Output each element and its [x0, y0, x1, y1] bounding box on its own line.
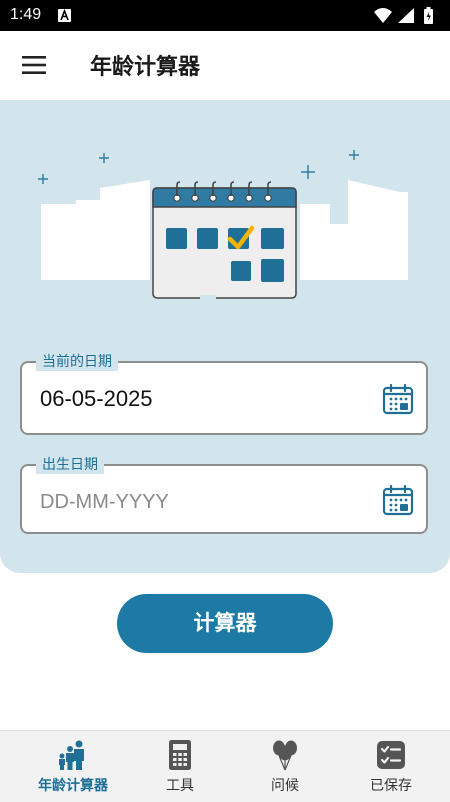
sparkle-decoration: [38, 150, 359, 184]
wifi-icon: [374, 8, 392, 23]
birth-date-label: 出生日期: [36, 454, 104, 474]
calendar-icon[interactable]: [382, 383, 414, 415]
status-time: 1:49: [10, 6, 42, 23]
family-icon: [59, 740, 84, 770]
nav-label-tools: 工具: [166, 778, 194, 794]
page-title: 年龄计算器: [90, 55, 201, 80]
birth-date-placeholder: DD-MM-YYYY: [40, 491, 169, 513]
notification-a-icon: [58, 9, 71, 22]
app-bar: 年龄计算器: [0, 31, 450, 100]
nav-item-tools[interactable]: 工具: [124, 731, 236, 802]
current-date-field[interactable]: 当前的日期 06-05-2025: [20, 351, 428, 435]
checklist-icon: [377, 741, 405, 769]
nav-item-age-calculator[interactable]: 年龄计算器: [17, 731, 129, 802]
calendar-illustration: [38, 150, 408, 301]
nav-item-saved[interactable]: 已保存: [335, 731, 447, 802]
bottom-nav: 年龄计算器 工具 问候 已保存: [0, 730, 450, 802]
status-bar: 1:49: [0, 0, 450, 31]
balloons-icon: [273, 740, 297, 771]
battery-icon: [424, 7, 433, 24]
hamburger-menu-icon[interactable]: [22, 53, 48, 77]
signal-icon: [398, 8, 414, 23]
hero-panel: 当前的日期 06-05-2025 出生日期 DD-MM-YYYY: [0, 100, 450, 573]
nav-label-saved: 已保存: [370, 778, 412, 794]
calculate-button[interactable]: 计算器: [117, 594, 333, 653]
calculator-icon: [169, 740, 191, 770]
nav-label-greetings: 问候: [271, 778, 299, 794]
current-date-value: 06-05-2025: [40, 386, 153, 411]
calendar-icon[interactable]: [382, 484, 414, 516]
nav-label-age-calculator: 年龄计算器: [38, 778, 108, 794]
birth-date-field[interactable]: 出生日期 DD-MM-YYYY: [20, 454, 428, 534]
calendar-graphic: [152, 181, 297, 301]
status-icons: [374, 7, 433, 24]
current-date-label: 当前的日期: [36, 351, 118, 371]
nav-item-greetings[interactable]: 问候: [229, 731, 341, 802]
